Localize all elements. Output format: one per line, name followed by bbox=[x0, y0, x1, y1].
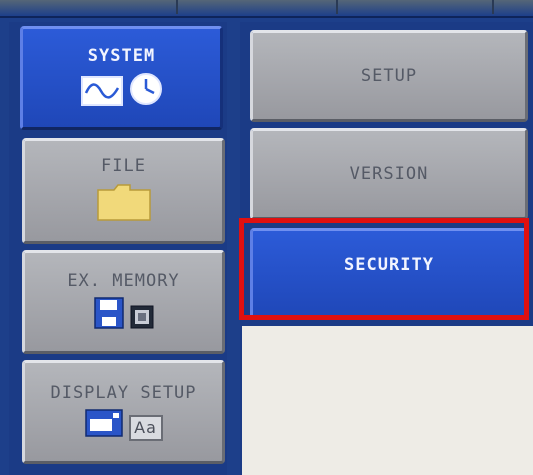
menu-file-button[interactable]: FILE bbox=[22, 138, 225, 244]
submenu-setup-button[interactable]: SETUP bbox=[250, 30, 528, 122]
submenu-version-button[interactable]: VERSION bbox=[250, 128, 528, 220]
top-tab-strip bbox=[0, 0, 533, 18]
submenu-setup-label: SETUP bbox=[360, 66, 418, 86]
screen-frame: SYSTEM FILE EX. MEMORY DISPLAY SETUP Aa … bbox=[0, 0, 533, 475]
menu-ex-memory-button[interactable]: EX. MEMORY bbox=[22, 250, 225, 354]
menu-display-setup-label: DISPLAY SETUP bbox=[50, 383, 197, 403]
submenu-security-label: SECURITY bbox=[344, 255, 434, 275]
waveform-monitor-icon bbox=[80, 76, 123, 110]
font-aa-icon: Aa bbox=[128, 415, 163, 441]
clock-icon bbox=[129, 72, 163, 110]
menu-display-setup-button[interactable]: DISPLAY SETUP Aa bbox=[22, 360, 225, 464]
submenu-security-button[interactable]: SECURITY bbox=[250, 228, 528, 320]
floppy-disk-icon bbox=[93, 297, 124, 333]
menu-file-label: FILE bbox=[101, 156, 146, 176]
submenu-version-label: VERSION bbox=[349, 164, 429, 184]
menu-ex-memory-label: EX. MEMORY bbox=[67, 271, 180, 291]
menu-system-button[interactable]: SYSTEM bbox=[20, 26, 223, 130]
menu-system-label: SYSTEM bbox=[87, 46, 156, 66]
blank-content-area bbox=[242, 326, 533, 475]
folder-icon bbox=[96, 182, 152, 226]
memory-card-icon bbox=[130, 305, 154, 333]
display-window-icon bbox=[84, 409, 123, 441]
